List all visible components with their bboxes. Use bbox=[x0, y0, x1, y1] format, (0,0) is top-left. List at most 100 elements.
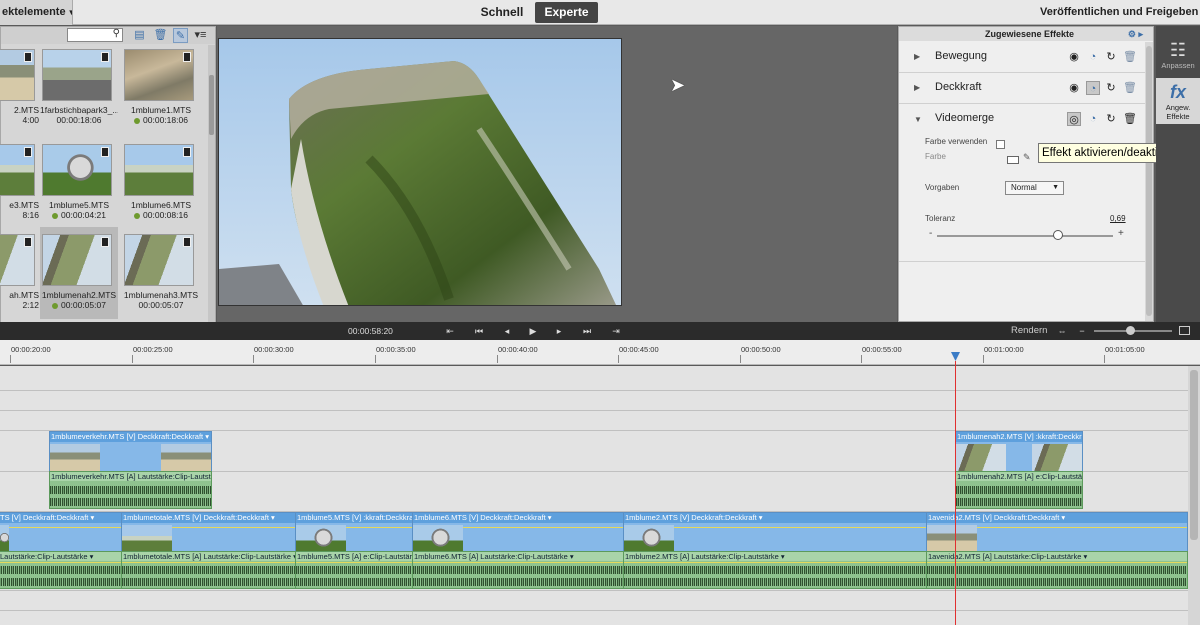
next-edit-icon[interactable]: ⏭ bbox=[580, 324, 594, 338]
presets-select[interactable]: Normal ▼ bbox=[1005, 181, 1064, 195]
clip-effect-menu[interactable]: Lautstärke:Clip-Lautstärke ▾ bbox=[0, 552, 93, 561]
clip-effect-menu[interactable]: Deckkraft:Deckkraft ▾ bbox=[138, 432, 209, 441]
media-clip[interactable]: 1mblume5.MTS 00:00:04:21 bbox=[40, 142, 118, 232]
keyframe-icon[interactable]: ◔ bbox=[1086, 50, 1100, 64]
audio-clip[interactable]: 1mblume6.MTS [A] Lautstärke:Clip-Lautstä… bbox=[412, 551, 624, 589]
clip-effect-menu[interactable]: Lautstärke:Clip-Lautstärke ▾ bbox=[994, 552, 1087, 561]
assets-scrollbar[interactable] bbox=[208, 45, 215, 323]
eye-toggle-icon[interactable]: ◎ bbox=[1067, 112, 1081, 126]
media-clip[interactable]: 1mblume6.MTS 00:00:08:16 bbox=[122, 142, 200, 232]
keyframe-icon[interactable]: ◔ bbox=[1086, 112, 1100, 126]
applied-effects-button[interactable]: fx Angew. Effekte bbox=[1156, 78, 1200, 124]
timeline-ruler[interactable]: 00:00:20:00 00:00:25:00 00:00:30:00 00:0… bbox=[0, 340, 1200, 365]
step-back-icon[interactable]: ◂ bbox=[500, 324, 514, 338]
fx-options-icon[interactable]: ⚙ ▸ bbox=[1128, 27, 1143, 41]
reset-icon[interactable]: ↻ bbox=[1104, 81, 1118, 95]
trash-icon[interactable]: 🗑 bbox=[153, 28, 168, 43]
eye-icon[interactable]: ◉ bbox=[1067, 81, 1081, 95]
previous-edit-icon[interactable]: ⏮ bbox=[472, 324, 486, 338]
audio-clip[interactable]: 1mblumenah2.MTS [A] e:Clip-Lautstärke ▾ bbox=[955, 471, 1083, 509]
step-forward-icon[interactable]: ▸ bbox=[552, 324, 566, 338]
timeline-options-icon[interactable] bbox=[1179, 326, 1190, 335]
video-clip[interactable]: TS [V] Deckkraft:Deckkraft ▾ bbox=[0, 512, 122, 554]
tolerance-slider-track[interactable] bbox=[937, 235, 1113, 237]
clip-effect-menu[interactable]: Deckkraft:Deckkraft ▾ bbox=[203, 513, 274, 522]
timecode[interactable]: 00:00:58:20 bbox=[348, 326, 393, 336]
tolerance-value[interactable]: 0,69 bbox=[1110, 214, 1126, 223]
trash-icon[interactable]: 🗑 bbox=[1123, 50, 1137, 64]
media-clip[interactable]: 1mblume1.MTS 00:00:18:06 bbox=[122, 47, 200, 137]
media-clip[interactable]: e3.MTS 8:16 bbox=[0, 142, 41, 232]
scrollbar-thumb[interactable] bbox=[1146, 46, 1152, 316]
media-clip-selected[interactable]: 1mblumenah2.MTS 00:00:05:07 bbox=[40, 227, 118, 319]
publish-share-menu[interactable]: Veröffentlichen und Freigeben ▼ bbox=[1040, 0, 1200, 25]
clip-effect-menu[interactable]: e:Clip-Lautstärke ▾ bbox=[1036, 472, 1082, 481]
expand-arrow-icon[interactable]: ▶ bbox=[914, 83, 920, 92]
video-clip[interactable]: 1mblumenah2.MTS [V] :kkraft:Deckkraft ▾ bbox=[955, 431, 1083, 473]
clip-effect-menu[interactable]: Deckkraft:Deckkraft ▾ bbox=[691, 513, 762, 522]
expand-arrow-icon[interactable]: ▶ bbox=[914, 52, 920, 61]
video-clip[interactable]: 1mblume2.MTS [V] Deckkraft:Deckkraft ▾ bbox=[623, 512, 927, 554]
effect-row-motion[interactable]: ▶ Bewegung ◉ ◔ ↻ 🗑 bbox=[899, 42, 1145, 73]
clip-effect-menu[interactable]: :kkraft:Deckkraft ▾ bbox=[1036, 432, 1082, 441]
video-clip[interactable]: 1mblumetotale.MTS [V] Deckkraft:Deckkraf… bbox=[121, 512, 296, 554]
clip-effect-menu[interactable]: Lautstärke:Clip-Lautstärke ▾ bbox=[203, 552, 295, 561]
media-clip[interactable]: 1farbstichbapark3_... 00:00:18:06 bbox=[40, 47, 118, 137]
tab-quick[interactable]: Schnell bbox=[473, 2, 531, 23]
video-clip[interactable]: 1mblumeverkehr.MTS [V] Deckkraft:Deckkra… bbox=[49, 431, 212, 473]
media-clip[interactable]: 1mblumenah3.MTS 00:00:05:07 bbox=[122, 232, 200, 322]
use-color-checkbox[interactable] bbox=[996, 140, 1005, 149]
trash-icon[interactable]: 🗑 bbox=[1123, 112, 1137, 126]
reset-icon[interactable]: ↻ bbox=[1104, 112, 1118, 126]
clip-effect-menu[interactable]: Deckkraft:Deckkraft ▾ bbox=[994, 513, 1065, 522]
zoom-slider-knob[interactable] bbox=[1126, 326, 1135, 335]
media-clip[interactable]: 2.MTS 4:00 bbox=[0, 47, 41, 137]
media-clip[interactable]: ah.MTS 2:12 bbox=[0, 232, 41, 322]
timeline-scrollbar[interactable] bbox=[1188, 366, 1200, 625]
effect-row-opacity[interactable]: ▶ Deckkraft ◉ ◔ ↻ 🗑 bbox=[899, 73, 1145, 104]
audio-clip[interactable]: 1mblume5.MTS [A] e:Clip-Lautstärke ▾ bbox=[295, 551, 413, 589]
video-clip[interactable]: 1avenida2.MTS [V] Deckkraft:Deckkraft ▾ bbox=[926, 512, 1188, 554]
panel-menu-icon[interactable]: ▾≡ bbox=[193, 28, 208, 43]
clip-effect-menu[interactable]: Deckkraft:Deckkraft ▾ bbox=[23, 513, 94, 522]
audio-clip[interactable]: 1mblumetotale.MTS [A] Lautstärke:Clip-La… bbox=[121, 551, 296, 589]
preview-monitor[interactable] bbox=[218, 38, 622, 306]
collapse-arrow-icon[interactable]: ▼ bbox=[914, 115, 922, 124]
clip-effect-menu[interactable]: :kkraft:Deckkraft ▾ bbox=[363, 513, 412, 522]
effects-scrollbar[interactable] bbox=[1145, 42, 1153, 321]
scrollbar-thumb[interactable] bbox=[1190, 370, 1198, 540]
tolerance-minus[interactable]: - bbox=[929, 228, 932, 239]
eye-icon[interactable]: ◉ bbox=[1067, 50, 1081, 64]
fit-timeline-icon[interactable]: ⇔ bbox=[1055, 324, 1069, 338]
zoom-out-icon[interactable]: − bbox=[1075, 324, 1089, 338]
clip-effect-menu[interactable]: Lautstärke:Clip-Lautstärke ▾ bbox=[138, 472, 211, 481]
project-assets-menu[interactable]: ektelemente▼ bbox=[0, 0, 73, 25]
search-icon[interactable]: ⚲ bbox=[113, 28, 120, 39]
video-clip[interactable]: 1mblume5.MTS [V] :kkraft:Deckkraft ▾ bbox=[295, 512, 413, 554]
tab-expert[interactable]: Experte bbox=[535, 2, 598, 23]
video-clip[interactable]: 1mblume6.MTS [V] Deckkraft:Deckkraft ▾ bbox=[412, 512, 624, 554]
eyedropper-icon[interactable]: ✎ bbox=[1023, 152, 1031, 163]
pin-icon[interactable]: ✎ bbox=[173, 28, 188, 43]
clip-effect-menu[interactable]: e:Clip-Lautstärke ▾ bbox=[363, 552, 412, 561]
tolerance-slider-knob[interactable] bbox=[1053, 230, 1064, 240]
search-input[interactable]: ⚲ bbox=[67, 28, 123, 42]
color-swatch[interactable] bbox=[1007, 156, 1019, 164]
clip-effect-menu[interactable]: Lautstärke:Clip-Lautstärke ▾ bbox=[691, 552, 784, 561]
audio-clip[interactable]: 1mblume2.MTS [A] Lautstärke:Clip-Lautstä… bbox=[623, 551, 927, 589]
audio-clip[interactable]: 1mblumeverkehr.MTS [A] Lautstärke:Clip-L… bbox=[49, 471, 212, 509]
timeline-tracks[interactable]: 1mblumeverkehr.MTS [V] Deckkraft:Deckkra… bbox=[0, 366, 1200, 625]
go-to-end-icon[interactable]: ⇥ bbox=[609, 324, 623, 338]
reset-icon[interactable]: ↻ bbox=[1104, 50, 1118, 64]
render-button[interactable]: Rendern bbox=[1011, 325, 1047, 336]
clip-effect-menu[interactable]: Lautstärke:Clip-Lautstärke ▾ bbox=[480, 552, 573, 561]
audio-clip[interactable]: Lautstärke:Clip-Lautstärke ▾ bbox=[0, 551, 122, 589]
tolerance-plus[interactable]: + bbox=[1118, 228, 1124, 239]
play-icon[interactable]: ▶ bbox=[526, 324, 540, 338]
audio-clip[interactable]: 1avenida2.MTS [A] Lautstärke:Clip-Lautst… bbox=[926, 551, 1188, 589]
trash-icon[interactable]: 🗑 bbox=[1123, 81, 1137, 95]
go-to-start-icon[interactable]: ⇤ bbox=[443, 324, 457, 338]
new-folder-icon[interactable]: ▤ bbox=[132, 28, 147, 43]
scrollbar-thumb[interactable] bbox=[209, 75, 214, 135]
clip-effect-menu[interactable]: Deckkraft:Deckkraft ▾ bbox=[480, 513, 551, 522]
